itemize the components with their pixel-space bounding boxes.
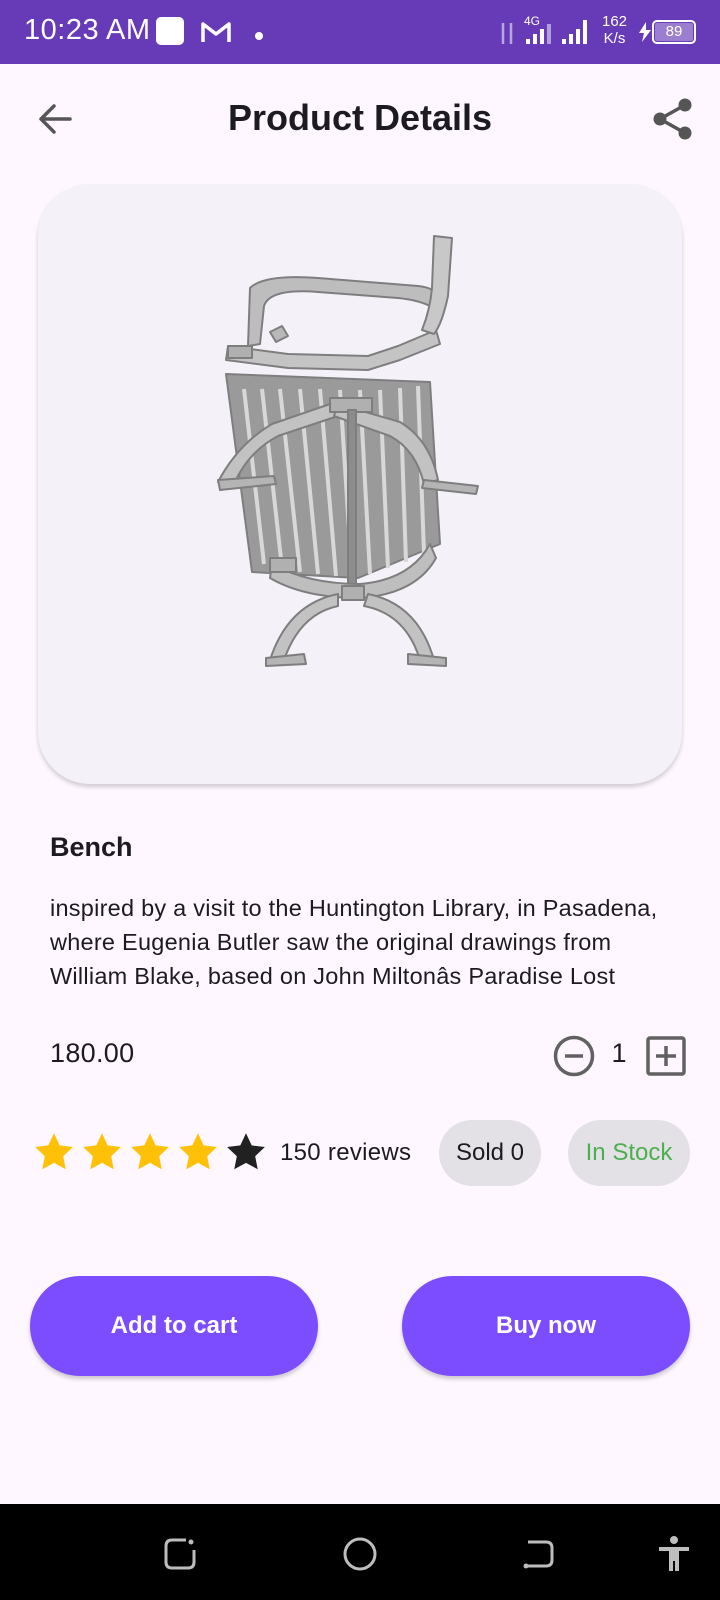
recent-apps-icon <box>164 1538 196 1570</box>
signal-icon <box>526 18 556 51</box>
star-filled-icon <box>32 1130 76 1174</box>
speed-value: 162 <box>602 13 628 30</box>
status-time: 10:23 AM <box>24 14 151 46</box>
product-description: inspired by a visit to the Huntington Li… <box>50 895 658 989</box>
star-empty-icon <box>224 1130 268 1174</box>
increase-quantity-button[interactable] <box>646 1036 686 1076</box>
home-button[interactable] <box>340 1534 380 1574</box>
bench-3d-model[interactable] <box>38 184 682 784</box>
remove-circle-icon <box>553 1035 595 1077</box>
speed-unit: K/s <box>603 30 626 47</box>
notification-square-icon <box>156 17 184 50</box>
decrease-quantity-button[interactable] <box>552 1034 596 1078</box>
buy-now-button[interactable]: Buy now <box>402 1276 690 1376</box>
quantity-value: 1 <box>611 1038 627 1068</box>
sold-chip: Sold 0 <box>439 1120 541 1186</box>
page-title: Product Details <box>227 97 493 138</box>
reviews-count: 150 reviews <box>280 1139 412 1166</box>
product-image-card[interactable] <box>38 184 682 784</box>
recent-apps-button[interactable] <box>160 1534 200 1574</box>
add-to-cart-button[interactable]: Add to cart <box>30 1276 318 1376</box>
data-arrows-icon <box>498 20 516 51</box>
star-filled-icon <box>176 1130 220 1174</box>
gmail-icon <box>200 20 232 49</box>
share-icon <box>653 98 692 140</box>
add-box-icon <box>646 1036 686 1076</box>
network-speed: 162 K/s <box>602 13 627 47</box>
accessibility-button[interactable] <box>654 1534 694 1574</box>
back-icon <box>523 1540 554 1569</box>
star-filled-icon <box>128 1130 172 1174</box>
system-nav-bar <box>0 1504 720 1600</box>
charging-icon <box>638 22 652 47</box>
stock-status-chip: In Stock <box>568 1120 690 1186</box>
app-bar: Product Details <box>0 64 720 176</box>
share-button[interactable] <box>650 96 696 142</box>
battery-level: 89 <box>655 23 693 41</box>
back-nav-button[interactable] <box>520 1534 560 1574</box>
battery-icon: 89 <box>652 20 696 44</box>
status-bar: 10:23 AM 4G 162 K/s 89 <box>0 0 720 64</box>
home-icon <box>343 1537 377 1571</box>
signal-icon <box>562 18 592 51</box>
dot-icon <box>254 28 264 46</box>
product-price: 180.00 <box>50 1038 135 1068</box>
product-name: Bench <box>50 832 133 862</box>
accessibility-icon <box>659 1536 689 1571</box>
star-filled-icon <box>80 1130 124 1174</box>
